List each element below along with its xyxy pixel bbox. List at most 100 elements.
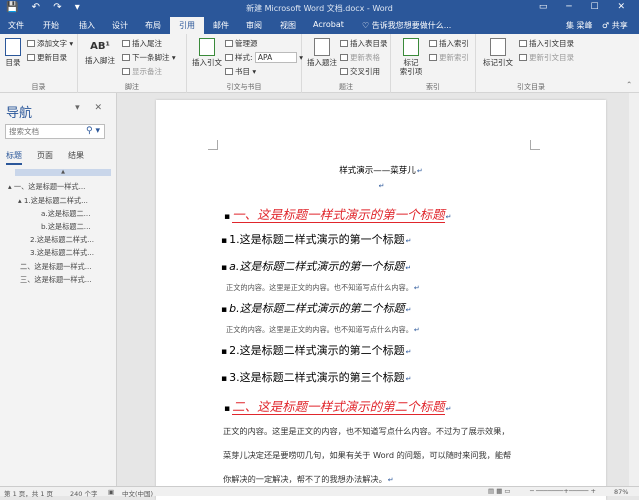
title-bar: 💾 ↶ ↷ ▾ 新建 Microsoft Word 文档.docx - Word…	[0, 0, 639, 17]
body-text: 你解决的一定解决，帮不了的我想办法解决。↵	[223, 474, 394, 484]
caption-icon	[314, 38, 330, 56]
group-footnotes: AB¹ 插入脚注 插入尾注 下一条脚注 ▾ 显示备注 脚注	[78, 34, 187, 93]
share-button[interactable]: ♂ 共享	[602, 20, 628, 31]
group-toc: 目录 添加文字 ▾ 更新目录 目录	[0, 34, 78, 93]
group-label-citations: 引文与书目	[226, 83, 262, 91]
document-title-heading: 样式演示——菜芽儿↵	[339, 166, 423, 176]
update-index-button[interactable]: 更新索引	[429, 52, 469, 63]
group-captions: 插入题注 插入表目录 更新表格 交叉引用 题注	[302, 34, 391, 93]
manage-sources-button[interactable]: 管理源	[225, 38, 258, 49]
group-label-index: 索引	[426, 83, 440, 91]
update-icon	[27, 54, 35, 61]
nav-item[interactable]: a.这是标题二...	[41, 209, 90, 219]
bibliography-icon	[225, 68, 233, 75]
body-text: 正文的内容。这里是正文的内容。也不知道写点什么内容。↵	[226, 325, 420, 334]
next-footnote-icon	[122, 54, 130, 61]
tab-view[interactable]: 视图	[280, 20, 296, 31]
update-toa-button[interactable]: 更新引文目录	[519, 52, 574, 63]
insert-toa-icon	[519, 40, 527, 47]
nav-tab-pages[interactable]: 页面	[37, 150, 53, 161]
search-icon[interactable]: ⚲ ▾	[86, 126, 100, 136]
group-label-captions: 题注	[339, 83, 353, 91]
collapse-ribbon-icon[interactable]: ⌃	[626, 80, 632, 89]
add-text-icon	[27, 40, 35, 47]
insert-toa-button[interactable]: 插入引文目录	[519, 38, 574, 49]
insert-index-button[interactable]: 插入索引	[429, 38, 469, 49]
user-account[interactable]: 集 梁峰	[566, 20, 593, 31]
language-indicator[interactable]: 中文(中国)	[122, 488, 153, 498]
vertical-scrollbar[interactable]	[629, 93, 639, 486]
tab-insert[interactable]: 插入	[79, 20, 95, 31]
proofing-icon[interactable]: ▣	[108, 488, 114, 496]
tab-review[interactable]: 审阅	[246, 20, 262, 31]
insert-table-of-figures-button[interactable]: 插入表目录	[340, 38, 388, 49]
nav-tab-results[interactable]: 结果	[68, 150, 84, 161]
cross-reference-icon	[340, 68, 348, 75]
insert-footnote-button[interactable]: AB¹ 插入脚注	[82, 38, 118, 65]
heading-3: ▪ a.这是标题二样式演示的第一个标题↵	[221, 260, 412, 273]
style-icon	[225, 54, 233, 61]
body-text: 正文的内容。这里是正文的内容，也不知道写点什么内容。不过为了展示效果，	[223, 426, 510, 436]
body-text: 正文的内容。这里是正文的内容。也不知道写点什么内容。↵	[226, 283, 420, 292]
update-toc-button[interactable]: 更新目录	[27, 52, 67, 63]
mark-citation-icon	[490, 38, 506, 56]
heading-2: ▪ 2.这是标题二样式演示的第二个标题↵	[221, 344, 412, 357]
nav-pane-controls[interactable]: ▾ ✕	[75, 103, 108, 113]
tab-layout[interactable]: 布局	[145, 20, 161, 31]
style-dropdown[interactable]: 样式: APA ▾	[225, 52, 303, 63]
collapse-all-bar[interactable]: ▲	[15, 169, 111, 176]
next-footnote-button[interactable]: 下一条脚注 ▾	[122, 52, 176, 63]
manage-sources-icon	[225, 40, 233, 47]
toc-icon	[5, 38, 21, 56]
nav-item[interactable]: 三、这是标题一样式...	[20, 275, 92, 285]
body-text: 菜芽儿决定还是要唠叨几句，如果有关于 Word 的问题，可以随时来问我，能帮	[223, 450, 512, 460]
window-controls[interactable]: ▭ ─ ☐ ✕	[539, 2, 633, 12]
heading-2: ▪ 3.这是标题二样式演示的第三个标题↵	[221, 371, 412, 384]
zoom-level[interactable]: 87%	[614, 488, 628, 496]
tell-me-search[interactable]: ♡ 告诉我您想要做什么...	[362, 20, 451, 31]
group-index: 标记 索引项 插入索引 更新索引 索引	[391, 34, 476, 93]
nav-item[interactable]: b.这是标题二...	[41, 222, 91, 232]
add-text-button[interactable]: 添加文字 ▾	[27, 38, 73, 49]
insert-citation-button[interactable]: 插入引文	[191, 38, 223, 67]
view-mode-icons[interactable]: ▤ ▦ ▭	[488, 487, 511, 495]
mark-entry-icon	[403, 38, 419, 56]
status-bar: 第 1 页，共 1 页 240 个字 ▣ 中文(中国) ▤ ▦ ▭ ─ ────…	[0, 486, 639, 498]
tab-references[interactable]: 引用	[170, 17, 204, 34]
document-page[interactable]: 样式演示——菜芽儿↵ ↵ ▪ 一、这是标题一样式演示的第一个标题↵ ▪ 1.这是标题…	[156, 100, 606, 500]
nav-item[interactable]: 2.这是标题二样式...	[30, 235, 94, 245]
show-notes-button[interactable]: 显示备注	[122, 66, 162, 77]
tab-file[interactable]: 文件	[8, 20, 24, 31]
insert-endnote-button[interactable]: 插入尾注	[122, 38, 162, 49]
page-count[interactable]: 第 1 页，共 1 页	[4, 488, 53, 498]
nav-title: 导航	[6, 106, 33, 121]
nav-item[interactable]: ▴ 一、这是标题一样式...	[8, 182, 85, 192]
insert-caption-button[interactable]: 插入题注	[306, 38, 338, 67]
nav-item[interactable]: 3.这是标题二样式...	[30, 248, 94, 258]
tab-home[interactable]: 开始	[43, 20, 59, 31]
group-authorities: 标记引文 插入引文目录 更新引文目录 引文目录	[476, 34, 586, 93]
show-notes-icon	[122, 68, 130, 75]
cross-reference-button[interactable]: 交叉引用	[340, 66, 380, 77]
heading-3: ▪ b.这是标题二样式演示的第二个标题↵	[221, 302, 412, 315]
toc-button[interactable]: 目录	[3, 38, 23, 67]
nav-item[interactable]: 二、这是标题一样式...	[20, 262, 92, 272]
empty-paragraph: ↵	[378, 182, 385, 190]
mark-entry-button[interactable]: 标记 索引项	[397, 38, 425, 76]
group-label-toc: 目录	[31, 83, 46, 91]
tab-acrobat[interactable]: Acrobat	[313, 20, 344, 29]
tab-design[interactable]: 设计	[112, 20, 128, 31]
update-table-button[interactable]: 更新表格	[340, 52, 380, 63]
heading-2: ▪ 1.这是标题二样式演示的第一个标题↵	[221, 233, 412, 246]
group-label-footnotes: 脚注	[125, 83, 139, 91]
table-of-figures-icon	[340, 40, 348, 47]
tab-mailings[interactable]: 邮件	[213, 20, 229, 31]
bibliography-button[interactable]: 书目 ▾	[225, 66, 256, 77]
mark-citation-button[interactable]: 标记引文	[480, 38, 516, 67]
word-count[interactable]: 240 个字	[70, 488, 97, 498]
nav-tab-headings[interactable]: 标题	[6, 150, 22, 165]
update-toa-icon	[519, 54, 527, 61]
nav-item[interactable]: ▴ 1.这是标题二样式...	[18, 196, 88, 206]
update-table-icon	[340, 54, 348, 61]
zoom-slider[interactable]: ─ ───────+───── +	[530, 487, 596, 495]
